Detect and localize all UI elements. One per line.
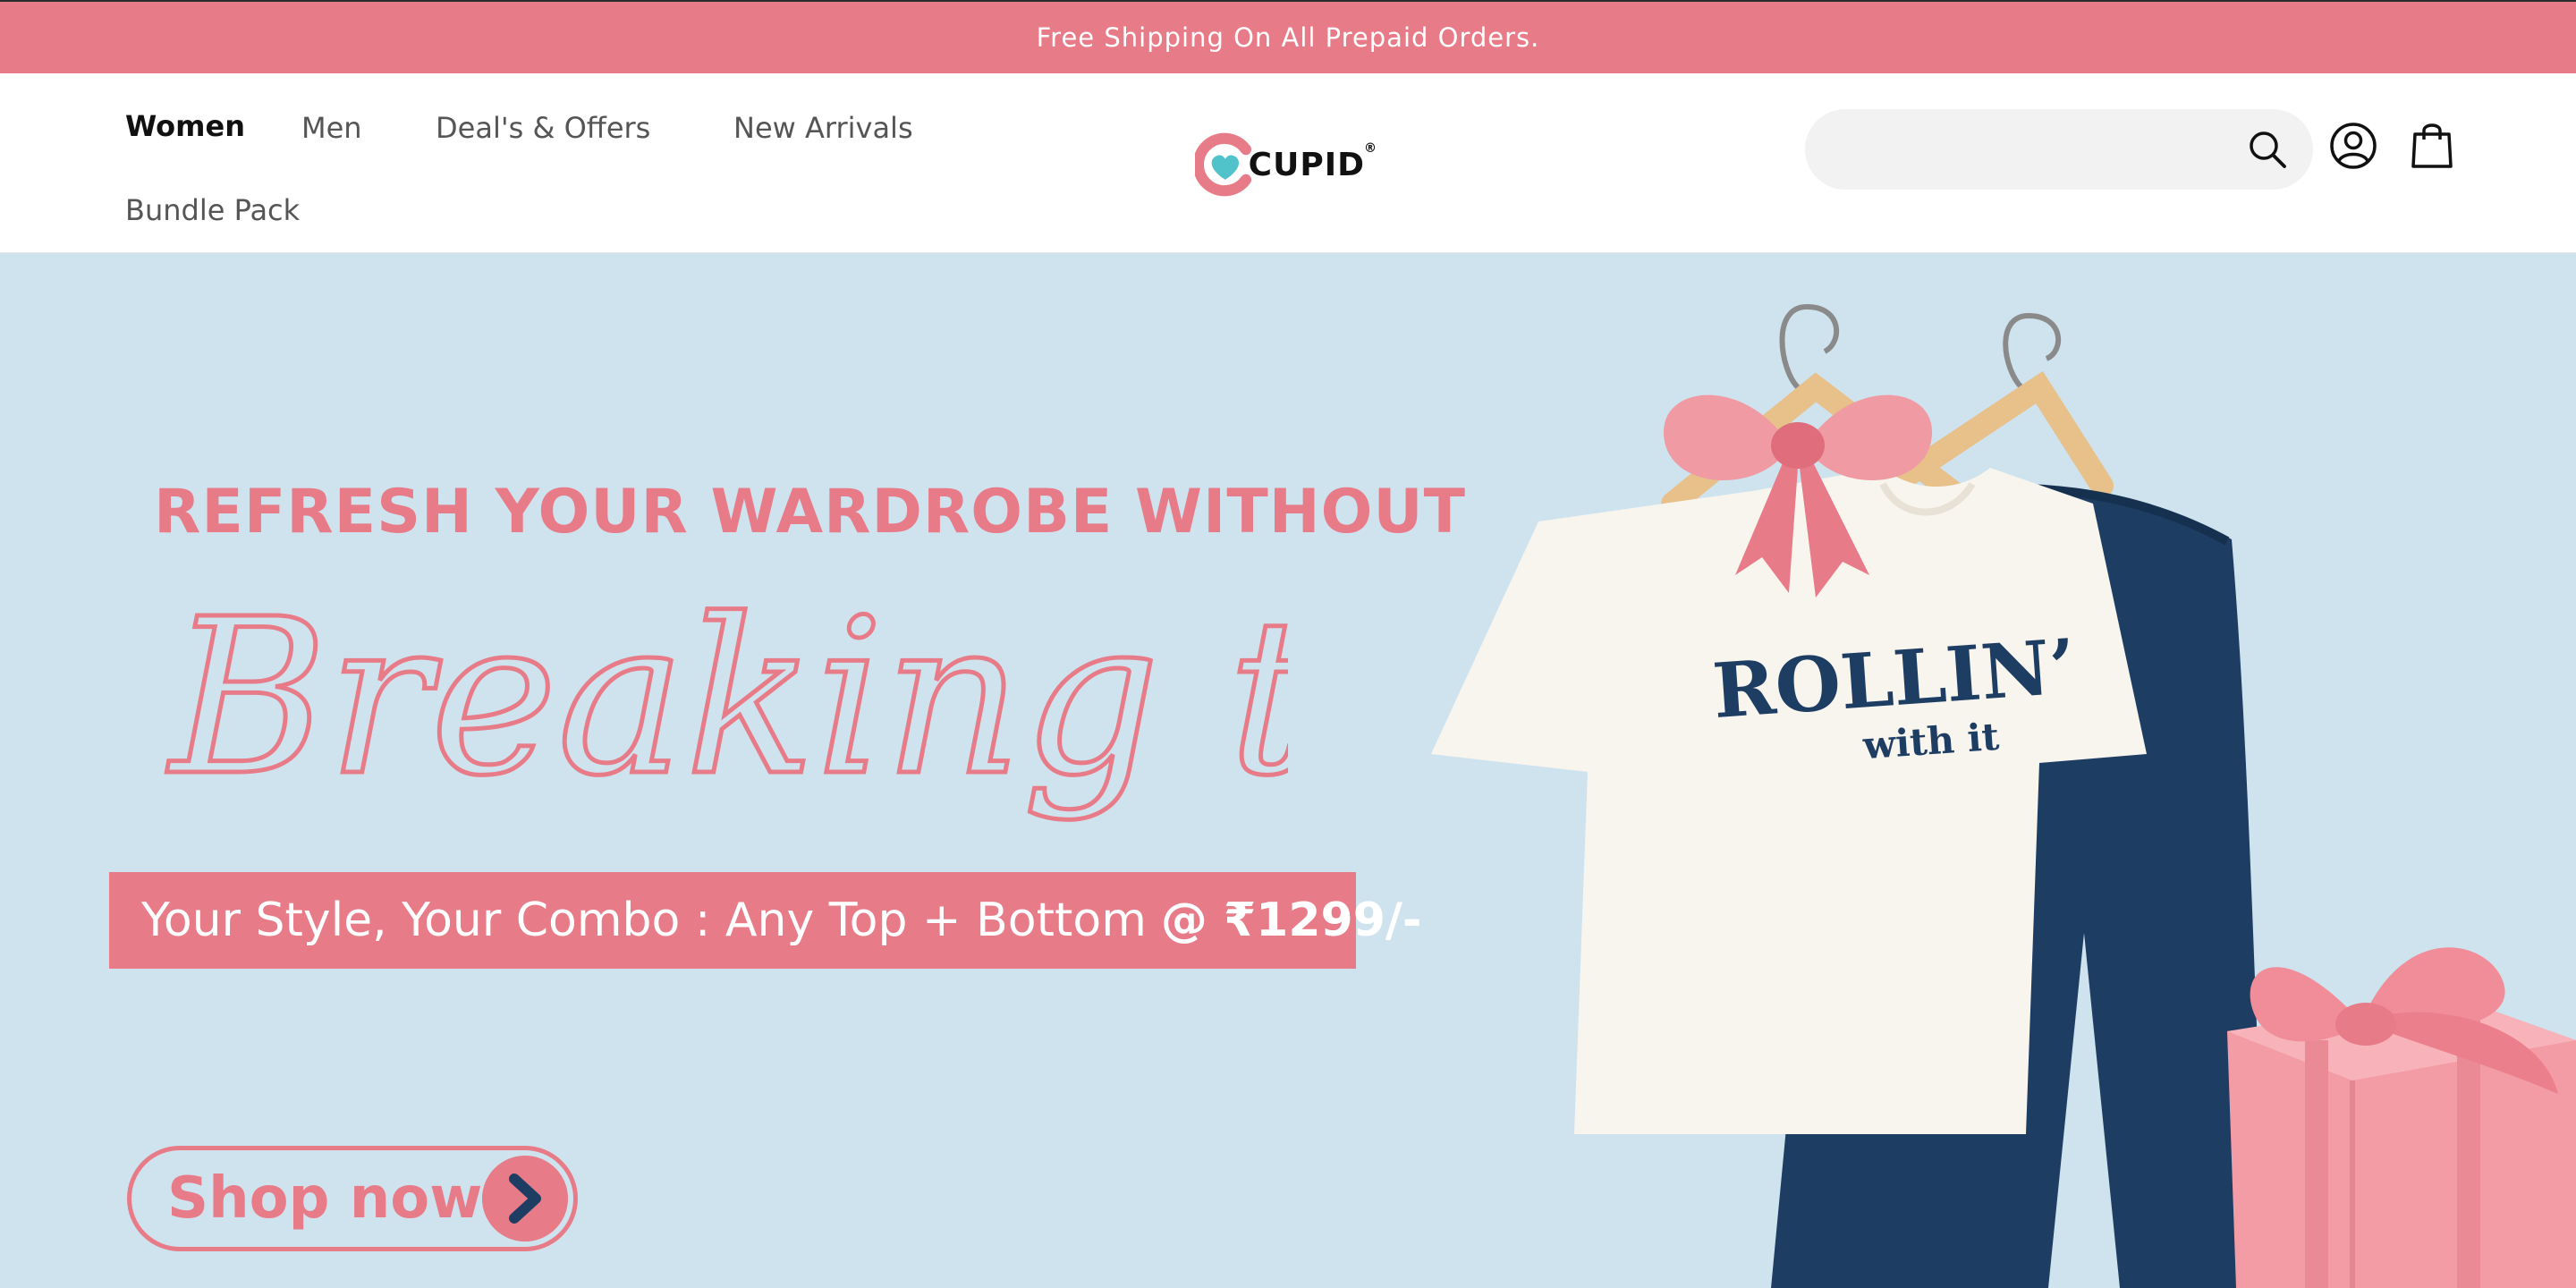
announcement-bar: Free Shipping On All Prepaid Orders. — [0, 0, 2576, 73]
combo-offer-price: @ ₹1299/- — [1160, 894, 1422, 947]
announcement-text: Free Shipping On All Prepaid Orders. — [1036, 22, 1540, 53]
hero-headline: REFRESH YOUR WARDROBE WITHOUT — [154, 477, 1467, 547]
combo-offer-text: Your Style, Your Combo : Any Top + Botto… — [141, 894, 1147, 947]
shopping-bag-icon[interactable] — [2411, 120, 2453, 168]
nav-women[interactable]: Women — [125, 109, 245, 143]
site-header: Women Men Deal's & Offers New Arrivals B… — [0, 73, 2576, 253]
logo-text: CUPID ® — [1248, 140, 1377, 183]
cupid-heart-icon — [1195, 132, 1252, 197]
hero-banner: REFRESH YOUR WARDROBE WITHOUT Breaking t… — [0, 253, 2576, 1288]
combo-offer-banner: Your Style, Your Combo : Any Top + Botto… — [109, 872, 1421, 969]
nav-men[interactable]: Men — [301, 111, 362, 145]
chevron-right-icon — [482, 1156, 568, 1241]
site-logo[interactable]: CUPID ® — [1195, 125, 1377, 204]
shop-now-label: Shop now — [167, 1165, 483, 1232]
nav-deals-offers[interactable]: Deal's & Offers — [436, 111, 650, 145]
search-icon[interactable] — [2247, 129, 2288, 170]
hero-script-heading: Breaking the Bank — [165, 571, 1289, 826]
nav-bundle-pack[interactable]: Bundle Pack — [125, 193, 300, 227]
svg-text:Breaking the Bank: Breaking the Bank — [166, 572, 1288, 823]
search-bar — [1805, 109, 2313, 190]
hero-product-image: ROLLIN’ with it — [1431, 303, 2576, 1288]
nav-new-arrivals[interactable]: New Arrivals — [733, 111, 913, 145]
shop-now-button[interactable]: Shop now — [127, 1146, 578, 1251]
user-icon[interactable] — [2329, 122, 2377, 170]
search-input[interactable] — [1832, 127, 2225, 172]
